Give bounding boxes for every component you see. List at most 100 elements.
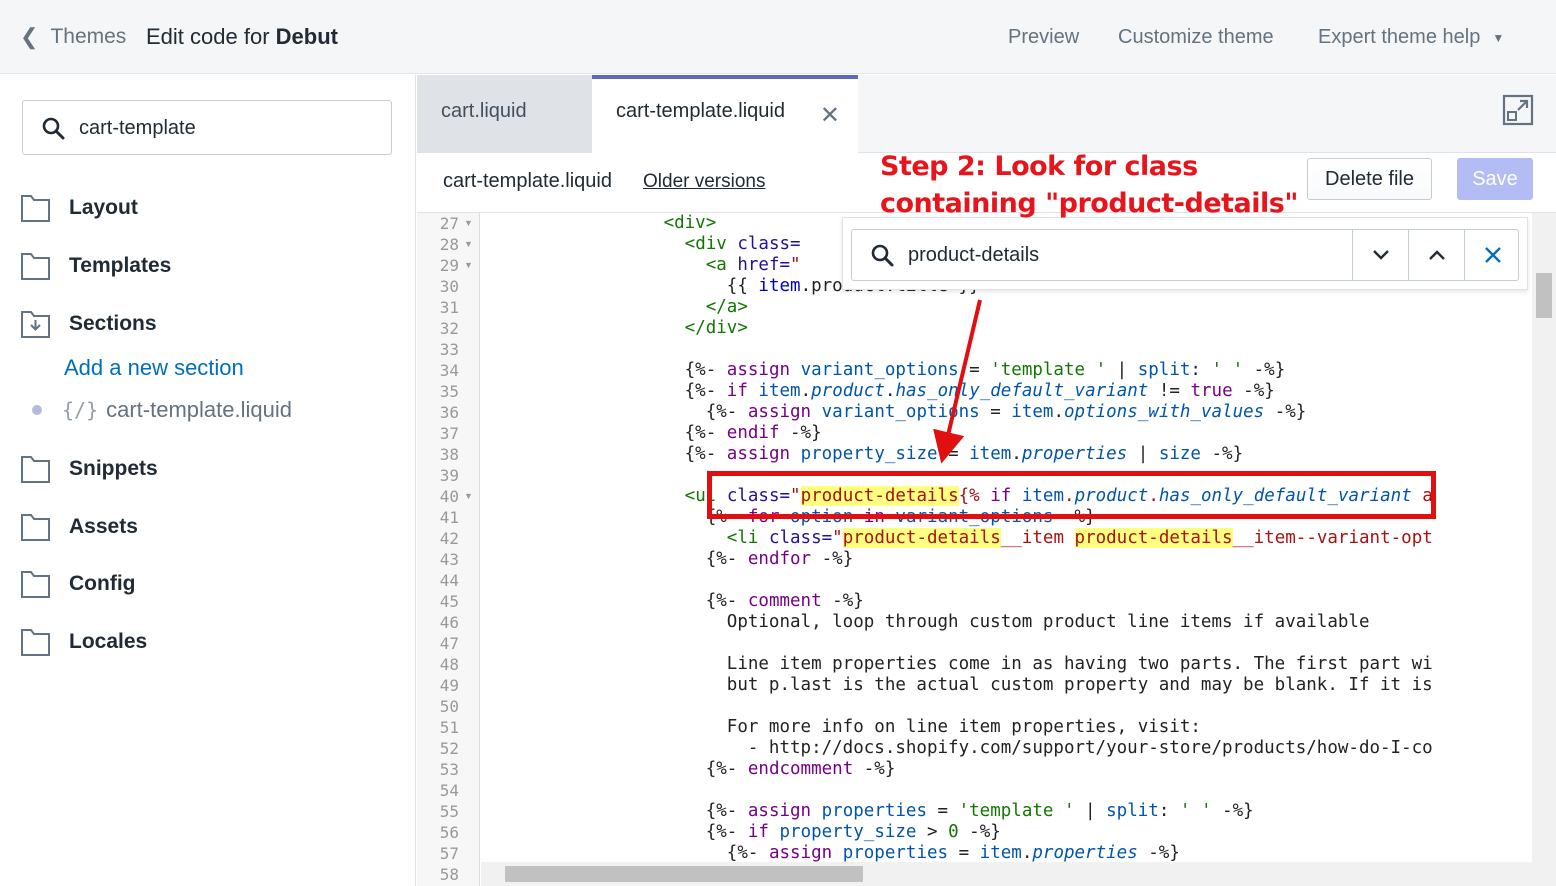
fold-toggle-icon[interactable]: ▼ <box>464 486 473 507</box>
line-number: 52 <box>439 739 459 758</box>
code-line: {%- assign variant_options = item.option… <box>495 402 1307 422</box>
code-line: </a> <box>705 297 748 317</box>
line-number: 40 <box>439 487 459 506</box>
line-number: 54 <box>439 781 459 800</box>
close-tab-icon[interactable]: ✕ <box>820 101 840 130</box>
editor-tab-bar: cart.liquid cart-template.liquid ✕ <box>417 75 1556 154</box>
code-line: - http://docs.shopify.com/support/your-s… <box>495 738 1433 758</box>
page-title-theme: Debut <box>275 24 338 49</box>
line-number: 44 <box>439 571 459 590</box>
line-number: 47 <box>439 634 459 653</box>
folder-label: Snippets <box>69 457 158 480</box>
find-input[interactable] <box>908 240 1328 270</box>
sidebar-file-cart-template[interactable]: {/} cart-template.liquid <box>32 397 292 423</box>
line-number: 28 <box>439 235 459 254</box>
folder-assets[interactable]: Assets <box>20 512 138 542</box>
line-number: 56 <box>439 823 459 842</box>
line-number: 35 <box>439 382 459 401</box>
preview-link[interactable]: Preview <box>1008 26 1079 49</box>
line-number: 37 <box>439 424 459 443</box>
fold-toggle-icon[interactable]: ▼ <box>464 255 473 276</box>
folder-layout[interactable]: Layout <box>20 193 138 223</box>
code-line: </div> <box>684 318 748 338</box>
expert-theme-help-menu[interactable]: Expert theme help ▼ <box>1318 26 1504 49</box>
line-number: 32 <box>439 319 459 338</box>
folder-templates[interactable]: Templates <box>20 251 171 281</box>
caret-down-icon: ▼ <box>1492 30 1505 45</box>
code-line: <a href=" <box>705 255 801 275</box>
fold-toggle-icon[interactable]: ▼ <box>464 213 473 234</box>
search-icon <box>871 244 894 267</box>
folder-icon <box>21 514 50 541</box>
folder-config[interactable]: Config <box>20 569 135 599</box>
code-line: {%- assign property_size = item.properti… <box>495 444 1244 464</box>
line-number: 43 <box>439 550 459 569</box>
folder-icon <box>21 253 50 280</box>
file-sidebar: Layout Templates Sections Add a new sect… <box>0 75 416 886</box>
line-number: 27 <box>439 214 459 233</box>
folder-label: Assets <box>69 515 138 538</box>
line-number: 36 <box>439 403 459 422</box>
folder-sections[interactable]: Sections <box>20 309 157 339</box>
line-number: 38 <box>439 445 459 464</box>
line-number: 30 <box>439 277 459 296</box>
customize-theme-link[interactable]: Customize theme <box>1118 26 1274 49</box>
close-icon <box>1484 247 1501 263</box>
tab-cart-liquid[interactable]: cart.liquid <box>417 75 592 153</box>
top-bar: ❮ Themes Edit code for Debut Preview Cus… <box>0 0 1556 74</box>
folder-icon <box>21 456 50 483</box>
find-field[interactable] <box>851 229 1519 281</box>
current-file-name: cart-template.liquid <box>443 170 612 192</box>
code-line: {%- assign properties = item.properties … <box>495 843 1180 863</box>
find-next-button[interactable] <box>1352 230 1408 280</box>
line-number: 31 <box>439 298 459 317</box>
folder-locales[interactable]: Locales <box>20 627 147 657</box>
folder-label: Config <box>69 572 136 595</box>
horizontal-scroll-thumb[interactable] <box>505 866 863 882</box>
highlight-box <box>707 471 1436 519</box>
file-search[interactable] <box>22 100 392 155</box>
page-title-prefix: Edit code for <box>146 24 276 49</box>
code-line: {%- assign properties = 'template ' | sp… <box>495 801 1254 821</box>
line-number: 34 <box>439 361 459 380</box>
older-versions-link[interactable]: Older versions <box>643 171 766 193</box>
line-number: 49 <box>439 676 459 695</box>
line-number: 58 <box>439 865 459 884</box>
file-search-input[interactable] <box>79 113 369 143</box>
chevron-left-icon: ❮ <box>20 24 39 49</box>
line-number: 57 <box>439 844 459 863</box>
horizontal-scrollbar[interactable] <box>481 862 1532 886</box>
code-line: Line item properties come in as having t… <box>495 654 1433 674</box>
folder-snippets[interactable]: Snippets <box>20 454 158 484</box>
file-label: cart-template.liquid <box>106 397 292 422</box>
vertical-scrollbar[interactable] <box>1532 213 1556 886</box>
code-line: {%- endcomment -%} <box>495 759 896 779</box>
active-file-dot <box>32 405 42 415</box>
line-number: 45 <box>439 592 459 611</box>
code-editor[interactable]: 27 ▼ 28 ▼ 29 ▼ 30 31 32 33 34 35 36 37 38 39 40 ▼ 41 42 43 44… <box>417 213 1556 886</box>
tab-cart-template-liquid[interactable]: cart-template.liquid ✕ <box>592 75 858 154</box>
line-number: 33 <box>439 340 459 359</box>
line-number: 39 <box>439 466 459 485</box>
folder-label: Layout <box>69 196 138 219</box>
line-number: 55 <box>439 802 459 821</box>
folder-icon <box>21 571 50 598</box>
expert-theme-help-label: Expert theme help <box>1318 26 1481 48</box>
step-annotation: Step 2: Look for class containing "produ… <box>880 148 1298 222</box>
code-line: <div class= <box>684 234 801 254</box>
line-number: 48 <box>439 655 459 674</box>
add-new-section-link[interactable]: Add a new section <box>64 355 244 381</box>
find-previous-button[interactable] <box>1408 230 1464 280</box>
code-line: {%- endfor -%} <box>495 549 854 569</box>
liquid-file-icon: {/} <box>62 398 99 422</box>
back-to-themes-link[interactable]: ❮ Themes <box>20 24 126 50</box>
delete-file-button[interactable]: Delete file <box>1307 158 1432 200</box>
fold-toggle-icon[interactable]: ▼ <box>464 234 473 255</box>
vertical-scroll-thumb[interactable] <box>1536 273 1552 318</box>
save-button[interactable]: Save <box>1457 158 1533 200</box>
chevron-down-icon <box>1372 250 1389 260</box>
close-find-button[interactable] <box>1464 230 1520 280</box>
fullscreen-icon[interactable] <box>1502 94 1534 126</box>
tab-label: cart.liquid <box>441 100 527 122</box>
code-line: For more info on line item properties, v… <box>495 717 1201 737</box>
